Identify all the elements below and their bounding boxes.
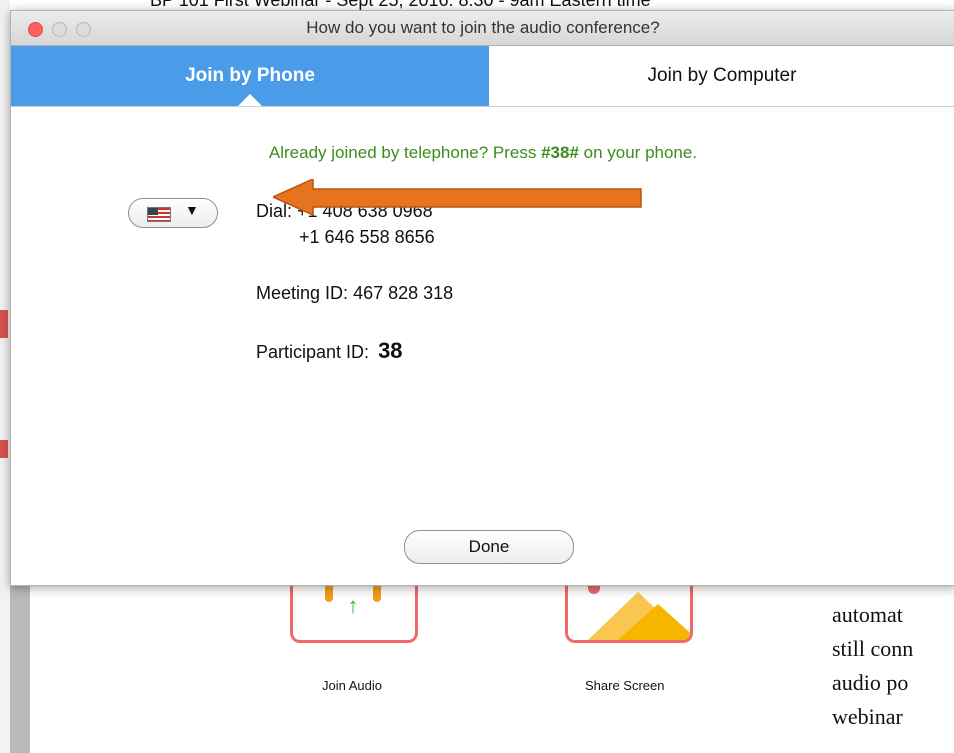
headphone-left-icon bbox=[325, 584, 333, 602]
participant-id-label: Participant ID: bbox=[256, 342, 370, 362]
dialog-title: How do you want to join the audio confer… bbox=[306, 18, 660, 37]
us-flag-icon bbox=[147, 207, 171, 222]
background-doc-text: audio po bbox=[832, 670, 909, 695]
background-red-mark bbox=[0, 310, 8, 338]
hint-code: #38# bbox=[541, 143, 579, 162]
participant-id-value: 38 bbox=[378, 338, 403, 363]
country-selector[interactable]: ▼ bbox=[128, 198, 218, 228]
background-sidebar-strip bbox=[10, 585, 30, 753]
join-audio-label[interactable]: Join Audio bbox=[322, 678, 382, 693]
annotation-arrow-icon bbox=[273, 179, 642, 217]
meeting-id-row: Meeting ID: 467 828 318 bbox=[256, 283, 453, 304]
share-screen-label[interactable]: Share Screen bbox=[585, 678, 665, 693]
background-left-edge bbox=[0, 0, 10, 753]
background-doc-text: automat bbox=[832, 602, 903, 627]
dial-row-secondary: +1 646 558 8656 bbox=[299, 227, 435, 248]
headphone-right-icon bbox=[373, 584, 381, 602]
dialog-titlebar: How do you want to join the audio confer… bbox=[11, 11, 954, 46]
share-screen-icon[interactable] bbox=[565, 584, 693, 643]
hint-prefix: Already joined by telephone? Press bbox=[268, 143, 542, 162]
already-joined-hint: Already joined by telephone? Press #38# … bbox=[11, 143, 954, 163]
done-button[interactable]: Done bbox=[404, 530, 574, 564]
mountain-icon bbox=[618, 604, 690, 640]
background-doc-text: webinar bbox=[832, 704, 903, 729]
audio-conference-dialog: How do you want to join the audio confer… bbox=[10, 10, 954, 586]
participant-id-row: Participant ID: 38 bbox=[256, 338, 403, 364]
selected-tab-pointer bbox=[238, 94, 262, 106]
arrow-up-icon: ↑ bbox=[347, 593, 359, 618]
screen-corner-icon bbox=[676, 584, 690, 598]
meeting-id-label: Meeting ID: bbox=[256, 283, 349, 303]
meeting-id-value: 467 828 318 bbox=[353, 283, 454, 303]
background-red-mark bbox=[0, 440, 8, 458]
dial-number: +1 646 558 8656 bbox=[299, 227, 435, 247]
join-method-tabs: Join by Phone Join by Computer bbox=[11, 46, 954, 107]
join-audio-icon[interactable]: ↑ bbox=[290, 584, 418, 643]
background-doc-text: still conn bbox=[832, 636, 914, 661]
hint-suffix: on your phone. bbox=[578, 143, 698, 162]
tab-join-by-computer[interactable]: Join by Computer bbox=[489, 46, 954, 106]
chevron-down-icon: ▼ bbox=[185, 202, 199, 218]
